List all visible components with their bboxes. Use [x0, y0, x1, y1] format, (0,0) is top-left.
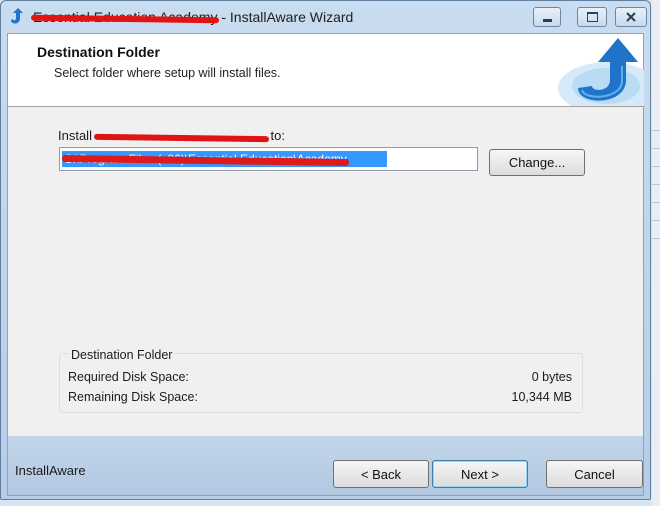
destination-path-input[interactable]: C:\Program Files (x86)\Essential Educati…: [59, 147, 478, 171]
required-disk-space-label: Required Disk Space:: [68, 370, 189, 384]
install-location-label: Install Essential Education Academy to:: [58, 128, 285, 143]
page-subtitle: Select folder where setup will install f…: [54, 66, 281, 80]
installaware-brand-label: InstallAware: [15, 463, 86, 478]
minimize-icon: [542, 18, 552, 22]
install-product-redacted: Essential Education Academy: [95, 128, 267, 143]
maximize-button[interactable]: [577, 7, 607, 27]
cancel-button[interactable]: Cancel: [546, 460, 643, 488]
destination-path-selection: C:\Program Files (x86)\Essential Educati…: [62, 151, 387, 167]
page-title: Destination Folder: [37, 44, 160, 60]
installaware-logo-icon: [558, 38, 644, 106]
remaining-disk-space-value: 10,344 MB: [511, 390, 572, 404]
install-prefix: Install: [58, 128, 96, 143]
wizard-footer: InstallAware < Back Next > Cancel: [8, 436, 643, 495]
remaining-disk-space-label: Remaining Disk Space:: [68, 390, 198, 404]
maximize-icon: [586, 12, 598, 22]
install-suffix: to:: [266, 128, 285, 143]
installaware-app-icon: [11, 8, 23, 24]
title-bar[interactable]: Essential Education Academy - InstallAwa…: [1, 1, 650, 33]
title-suffix: - InstallAware Wizard: [217, 9, 354, 25]
installer-window: Essential Education Academy - InstallAwa…: [0, 0, 651, 500]
change-folder-button[interactable]: Change...: [489, 149, 585, 176]
disk-space-group-title: Destination Folder: [69, 348, 175, 362]
wizard-client-area: Destination Folder Select folder where s…: [7, 33, 644, 496]
back-button[interactable]: < Back: [333, 460, 429, 488]
title-redacted-text: Essential Education Academy: [33, 9, 218, 25]
destination-path-text: C:\Program Files (x86)\Essential Educati…: [64, 152, 347, 166]
next-button[interactable]: Next >: [432, 460, 528, 488]
close-button[interactable]: [615, 7, 647, 27]
close-icon: [626, 12, 636, 22]
window-title: Essential Education Academy - InstallAwa…: [33, 9, 353, 25]
wizard-header: Destination Folder Select folder where s…: [8, 34, 644, 107]
desktop-background: [652, 0, 660, 506]
required-disk-space-value: 0 bytes: [531, 370, 572, 384]
minimize-button[interactable]: [533, 7, 561, 27]
